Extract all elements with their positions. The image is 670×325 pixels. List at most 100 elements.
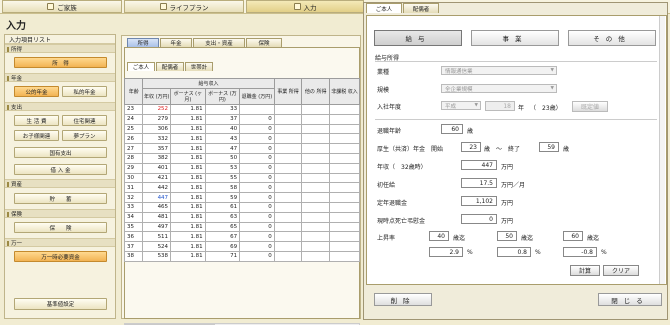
base-settings-button[interactable]: 基準値設定 xyxy=(14,298,107,310)
tab-expense-assets[interactable]: 支出・資産 xyxy=(193,38,245,47)
value-cell[interactable] xyxy=(273,123,303,135)
value-cell[interactable]: 252 xyxy=(142,104,172,115)
value-cell[interactable] xyxy=(273,182,303,194)
housing-button[interactable]: 住宅関連 xyxy=(62,115,107,126)
value-cell[interactable] xyxy=(273,143,303,154)
raise-age-1-input[interactable]: 40 xyxy=(429,231,449,241)
value-cell[interactable]: 1.81 xyxy=(170,123,206,135)
default-value-button[interactable]: 既定値 xyxy=(572,101,608,112)
value-cell[interactable]: 40 xyxy=(204,123,241,135)
value-cell[interactable]: 447 xyxy=(142,192,172,203)
value-cell[interactable]: 0 xyxy=(239,241,275,252)
dialog-tab-spouse[interactable]: 配偶者 xyxy=(403,3,439,13)
subtab-household[interactable]: 世帯計 xyxy=(185,62,213,71)
table-row[interactable]: 33 465 1.81 61 0 xyxy=(123,201,361,213)
living-cost-button[interactable]: 生 活 費 xyxy=(14,115,59,126)
income-button[interactable]: 所 得 xyxy=(14,57,107,68)
dialog-vertical-scrollbar[interactable] xyxy=(659,16,665,284)
value-cell[interactable]: 43 xyxy=(204,133,241,145)
value-cell[interactable] xyxy=(328,221,361,233)
value-cell[interactable] xyxy=(328,133,361,145)
size-select[interactable]: 全企業規模 xyxy=(441,84,557,93)
value-cell[interactable] xyxy=(273,231,303,243)
value-cell[interactable] xyxy=(301,143,330,154)
value-cell[interactable]: 0 xyxy=(239,162,275,174)
table-row[interactable]: 34 481 1.81 63 0 xyxy=(123,211,361,223)
value-cell[interactable]: 538 xyxy=(142,250,172,262)
value-cell[interactable] xyxy=(328,201,361,213)
value-cell[interactable]: 0 xyxy=(239,201,275,213)
value-cell[interactable]: 1.81 xyxy=(170,143,206,154)
table-row[interactable]: 28 382 1.81 50 0 xyxy=(123,152,361,164)
value-cell[interactable] xyxy=(328,143,361,154)
table-row[interactable]: 35 497 1.81 65 0 xyxy=(123,221,361,233)
value-cell[interactable] xyxy=(273,104,303,115)
value-cell[interactable]: 0 xyxy=(239,113,275,125)
value-cell[interactable]: 1.81 xyxy=(170,231,206,243)
annual-income-input[interactable]: 447 xyxy=(461,160,497,170)
table-row[interactable]: 25 306 1.81 40 0 xyxy=(123,123,361,135)
value-cell[interactable]: 0 xyxy=(239,172,275,184)
value-cell[interactable] xyxy=(301,182,330,194)
value-cell[interactable] xyxy=(328,152,361,164)
era-select[interactable]: 平成 xyxy=(441,101,481,110)
value-cell[interactable] xyxy=(301,133,330,145)
other-tab[interactable]: その他 xyxy=(568,30,656,46)
value-cell[interactable] xyxy=(301,201,330,213)
value-cell[interactable]: 1.81 xyxy=(170,241,206,252)
value-cell[interactable]: 55 xyxy=(204,172,241,184)
value-cell[interactable] xyxy=(273,113,303,125)
value-cell[interactable] xyxy=(273,201,303,213)
value-cell[interactable]: 1.81 xyxy=(170,192,206,203)
subtab-spouse[interactable]: 配偶者 xyxy=(156,62,184,71)
calculate-button[interactable]: 計算 xyxy=(570,265,600,276)
value-cell[interactable] xyxy=(328,172,361,184)
value-cell[interactable]: 0 xyxy=(239,192,275,203)
value-cell[interactable] xyxy=(328,113,361,125)
value-cell[interactable]: 1.81 xyxy=(170,162,206,174)
business-tab[interactable]: 事業 xyxy=(471,30,559,46)
value-cell[interactable]: 481 xyxy=(142,211,172,223)
value-cell[interactable] xyxy=(328,182,361,194)
value-cell[interactable]: 0 xyxy=(239,182,275,194)
table-row[interactable]: 26 332 1.81 43 0 xyxy=(123,133,361,145)
public-pension-button[interactable]: 公的年金 xyxy=(14,86,59,97)
value-cell[interactable] xyxy=(273,162,303,174)
value-cell[interactable]: 37 xyxy=(204,113,241,125)
value-cell[interactable] xyxy=(328,162,361,174)
value-cell[interactable] xyxy=(301,192,330,203)
value-cell[interactable]: 357 xyxy=(142,143,172,154)
value-cell[interactable] xyxy=(273,152,303,164)
value-cell[interactable]: 69 xyxy=(204,241,241,252)
value-cell[interactable] xyxy=(273,172,303,184)
value-cell[interactable]: 1.81 xyxy=(170,104,206,115)
value-cell[interactable]: 0 xyxy=(239,211,275,223)
value-cell[interactable]: 511 xyxy=(142,231,172,243)
value-cell[interactable] xyxy=(301,250,330,262)
raise-rate-3-input[interactable]: -0.8 xyxy=(563,247,597,257)
value-cell[interactable]: 65 xyxy=(204,221,241,233)
value-cell[interactable] xyxy=(273,133,303,145)
retirement-pay-input[interactable]: 1,102 xyxy=(461,196,497,206)
value-cell[interactable]: 442 xyxy=(142,182,172,194)
value-cell[interactable] xyxy=(273,221,303,233)
tab-pension[interactable]: 年金 xyxy=(160,38,192,47)
value-cell[interactable]: 382 xyxy=(142,152,172,164)
value-cell[interactable]: 63 xyxy=(204,211,241,223)
value-cell[interactable]: 1.81 xyxy=(170,250,206,262)
pension-start-input[interactable]: 23 xyxy=(461,142,481,152)
value-cell[interactable] xyxy=(328,231,361,243)
clear-button[interactable]: クリア xyxy=(603,265,639,276)
join-year-input[interactable]: 18 xyxy=(485,101,515,111)
table-row[interactable]: 38 538 1.81 71 0 xyxy=(123,250,361,262)
table-row[interactable]: 36 511 1.81 67 0 xyxy=(123,231,361,243)
raise-age-3-input[interactable]: 60 xyxy=(563,231,583,241)
table-row[interactable]: 37 524 1.81 69 0 xyxy=(123,241,361,252)
table-row[interactable]: 30 421 1.81 55 0 xyxy=(123,172,361,184)
raise-rate-2-input[interactable]: 0.8 xyxy=(497,247,531,257)
value-cell[interactable] xyxy=(328,241,361,252)
value-cell[interactable]: 33 xyxy=(204,104,241,115)
value-cell[interactable]: 1.81 xyxy=(170,133,206,145)
value-cell[interactable]: 306 xyxy=(142,123,172,135)
savings-button[interactable]: 貯 蓄 xyxy=(14,193,107,204)
